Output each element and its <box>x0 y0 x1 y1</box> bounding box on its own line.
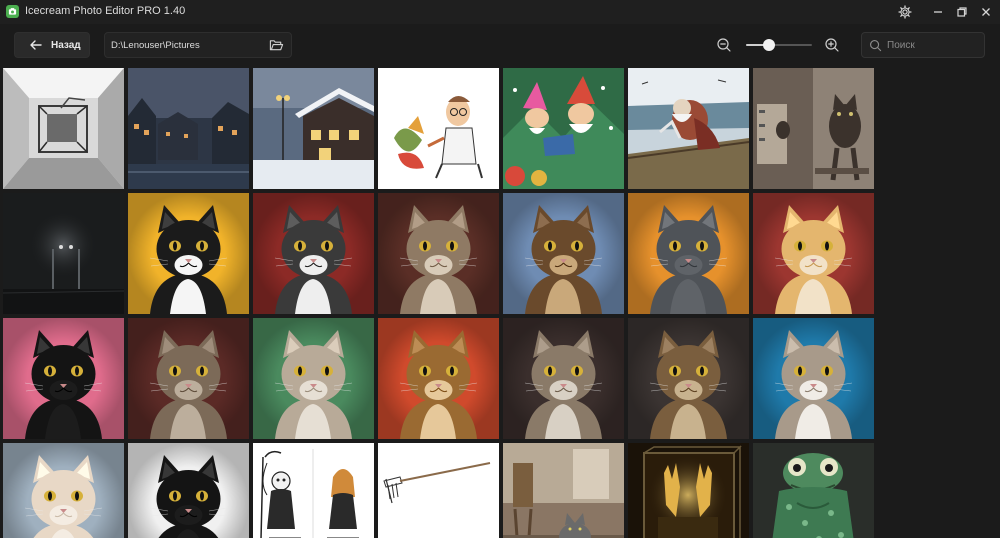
search-input[interactable] <box>887 38 979 53</box>
photo-thumbnail-snow-street[interactable] <box>253 68 374 189</box>
thumbnail-image <box>628 443 749 538</box>
title-bar: Icecream Photo Editor PRO 1.40 <box>0 0 1000 24</box>
photo-thumbnail-cat[interactable] <box>253 318 374 439</box>
photo-thumbnail-cat[interactable] <box>253 193 374 314</box>
thumbnail-image <box>628 193 749 314</box>
zoom-slider[interactable] <box>746 39 812 51</box>
thumbnail-image <box>128 318 249 439</box>
search-icon <box>870 40 882 52</box>
settings-button[interactable] <box>891 2 919 22</box>
photo-thumbnail-cartoon-art[interactable] <box>378 68 499 189</box>
thumbnail-image <box>503 443 624 538</box>
photo-thumbnail-cat[interactable] <box>378 318 499 439</box>
photo-thumbnail-cat[interactable] <box>628 193 749 314</box>
zoom-slider-thumb[interactable] <box>763 39 776 51</box>
photo-thumbnail-cat[interactable] <box>753 193 874 314</box>
photo-thumbnail-mono-interior[interactable] <box>3 68 124 189</box>
photo-thumbnail-comic[interactable] <box>253 443 374 538</box>
close-button[interactable] <box>972 2 1000 22</box>
minimize-icon <box>934 11 942 13</box>
thumbnail-image <box>753 318 874 439</box>
zoom-out-button[interactable] <box>716 37 732 53</box>
photo-thumbnail-dark-foggy[interactable] <box>3 193 124 314</box>
thumbnail-image <box>503 318 624 439</box>
thumbnail-image <box>753 443 874 538</box>
photo-thumbnail-cat[interactable] <box>3 318 124 439</box>
thumbnail-image <box>3 193 124 314</box>
grid-scroll-area[interactable] <box>876 66 1000 538</box>
zoom-out-icon <box>717 38 731 52</box>
photo-thumbnail-gnome-painting[interactable] <box>503 68 624 189</box>
photo-thumbnail-rake[interactable] <box>378 443 499 538</box>
back-button[interactable]: Назад <box>14 32 90 58</box>
photo-thumbnail-winter-boat[interactable] <box>628 68 749 189</box>
thumbnail-image <box>128 443 249 538</box>
photo-thumbnail-cat[interactable] <box>503 193 624 314</box>
thumbnail-image <box>3 443 124 538</box>
thumbnail-image <box>253 193 374 314</box>
thumbnail-image <box>378 443 499 538</box>
search-field <box>861 32 985 58</box>
photo-thumbnail-cat[interactable] <box>378 193 499 314</box>
folder-path-input[interactable] <box>111 38 261 53</box>
thumbnail-image <box>253 443 374 538</box>
back-button-label: Назад <box>51 39 81 51</box>
thumbnail-image <box>3 68 124 189</box>
thumbnail-image <box>628 318 749 439</box>
photo-thumbnail-sepia-cats[interactable] <box>753 68 874 189</box>
restore-icon <box>957 7 967 17</box>
zoom-in-icon <box>825 38 839 52</box>
thumbnail-image <box>503 68 624 189</box>
thumbnail-image <box>378 318 499 439</box>
arrow-left-icon <box>30 40 42 50</box>
photo-thumbnail-cat[interactable] <box>3 443 124 538</box>
photo-thumbnail-room-cat[interactable] <box>503 443 624 538</box>
gear-icon <box>898 5 912 19</box>
thumbnail-image <box>128 68 249 189</box>
folder-path-field <box>104 32 292 58</box>
thumbnail-image <box>753 193 874 314</box>
thumbnail-image <box>253 318 374 439</box>
photo-thumbnail-night-town[interactable] <box>128 68 249 189</box>
photo-thumbnail-cat[interactable] <box>128 443 249 538</box>
window-title: Icecream Photo Editor PRO 1.40 <box>25 5 186 17</box>
toolbar: Назад <box>0 24 1000 66</box>
photo-thumbnail-cat[interactable] <box>503 318 624 439</box>
thumbnail-image <box>3 318 124 439</box>
thumbnail-image <box>503 193 624 314</box>
photo-thumbnail-cat[interactable] <box>128 193 249 314</box>
photo-thumbnail-cat[interactable] <box>628 318 749 439</box>
thumbnail-image <box>378 68 499 189</box>
close-icon <box>982 8 990 16</box>
photo-thumbnail-cat[interactable] <box>753 318 874 439</box>
photo-grid <box>0 66 1000 538</box>
thumbnail-image <box>628 68 749 189</box>
photo-thumbnail-cat[interactable] <box>128 318 249 439</box>
browse-folder-button[interactable] <box>268 37 285 54</box>
folder-open-icon <box>269 40 284 51</box>
photo-thumbnail-frog[interactable] <box>753 443 874 538</box>
zoom-in-button[interactable] <box>824 37 840 53</box>
app-logo-icon <box>6 5 19 18</box>
thumbnail-image <box>128 193 249 314</box>
thumbnail-image <box>753 68 874 189</box>
thumbnail-image <box>253 68 374 189</box>
photo-thumbnail-gold-hands[interactable] <box>628 443 749 538</box>
thumbnail-image <box>378 193 499 314</box>
